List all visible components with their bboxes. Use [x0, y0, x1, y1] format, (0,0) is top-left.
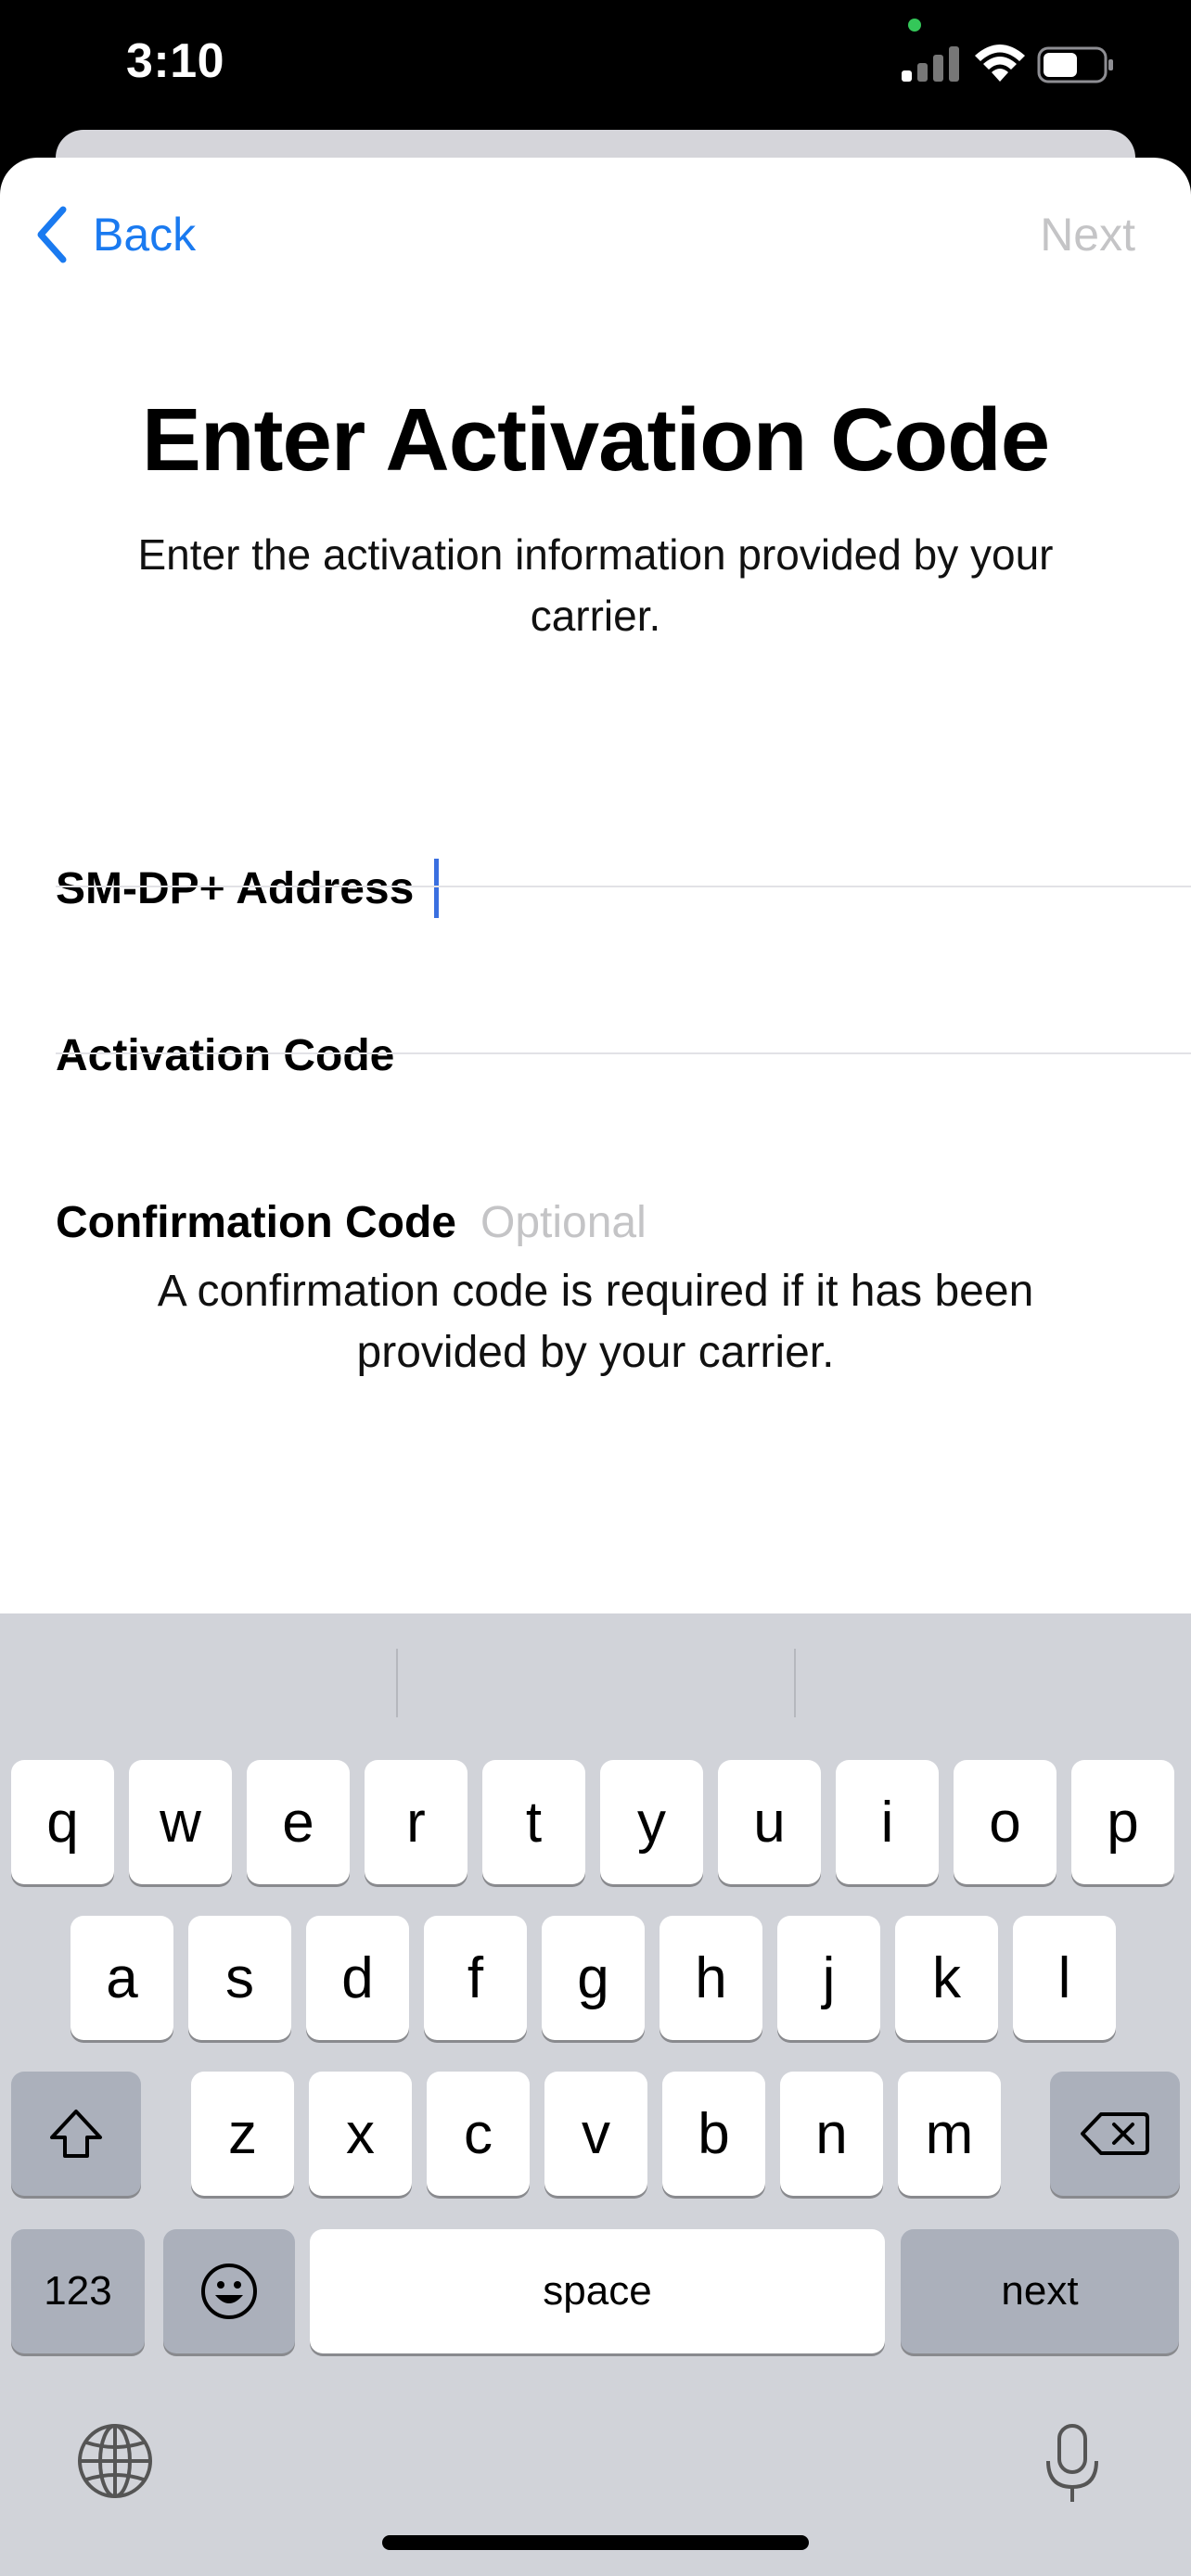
wifi-icon [975, 45, 1025, 82]
activation-code-input[interactable] [418, 1029, 1069, 1081]
key-k[interactable]: k [895, 1916, 998, 2040]
key-o[interactable]: o [954, 1760, 1057, 1884]
next-return-key[interactable]: next [901, 2229, 1179, 2353]
suggestion-divider [396, 1649, 398, 1717]
keyboard: qwertyuiop asdfghjkl zxcvbnm 123 space n… [0, 1613, 1191, 2576]
key-u[interactable]: u [718, 1760, 821, 1884]
key-l[interactable]: l [1013, 1916, 1116, 2040]
confirmation-code-input[interactable] [480, 1196, 1130, 1248]
activation-code-field[interactable]: Activation Code [56, 972, 1191, 1139]
key-r[interactable]: r [365, 1760, 467, 1884]
cellular-signal-icon [902, 46, 959, 82]
key-n[interactable]: n [780, 2072, 883, 2196]
delete-backspace-icon [1081, 2112, 1149, 2155]
key-m[interactable]: m [898, 2072, 1001, 2196]
emoji-icon [201, 2264, 257, 2319]
key-e[interactable]: e [247, 1760, 350, 1884]
sm-dp-address-field[interactable]: SM-DP+ Address [56, 805, 1191, 972]
confirmation-note: A confirmation code is required if it ha… [157, 1267, 1034, 1377]
field-divider [56, 1052, 1191, 1054]
back-button[interactable]: Back [33, 202, 196, 267]
key-p[interactable]: p [1071, 1760, 1174, 1884]
chevron-left-icon [37, 206, 67, 263]
delete-key[interactable] [1050, 2072, 1180, 2196]
key-v[interactable]: v [544, 2072, 647, 2196]
key-q[interactable]: q [11, 1760, 114, 1884]
key-z[interactable]: z [191, 2072, 294, 2196]
key-c[interactable]: c [427, 2072, 530, 2196]
key-y[interactable]: y [600, 1760, 703, 1884]
next-button[interactable]: Next [1040, 202, 1135, 267]
key-j[interactable]: j [777, 1916, 880, 2040]
key-b[interactable]: b [662, 2072, 765, 2196]
key-x[interactable]: x [309, 2072, 412, 2196]
numbers-key[interactable]: 123 [11, 2229, 145, 2353]
shift-key[interactable] [11, 2072, 141, 2196]
suggestion-divider [794, 1649, 796, 1717]
back-label: Back [93, 209, 197, 261]
page-title: Enter Activation Code [141, 390, 1050, 490]
key-w[interactable]: w [129, 1760, 232, 1884]
text-cursor [434, 859, 440, 918]
camera-indicator-dot [908, 19, 921, 32]
sm-dp-address-label: SM-DP+ Address [56, 863, 415, 913]
key-s[interactable]: s [188, 1916, 291, 2040]
sm-dp-address-input[interactable] [442, 862, 1093, 914]
shift-icon [50, 2110, 102, 2158]
next-label: Next [1040, 209, 1135, 261]
home-indicator [382, 2535, 809, 2550]
key-a[interactable]: a [70, 1916, 173, 2040]
microphone-icon[interactable] [1043, 2422, 1102, 2506]
activation-code-label: Activation Code [56, 1030, 395, 1080]
key-d[interactable]: d [306, 1916, 409, 2040]
key-t[interactable]: t [482, 1760, 585, 1884]
space-key[interactable]: space [310, 2229, 885, 2353]
key-h[interactable]: h [660, 1916, 762, 2040]
battery-icon [1037, 46, 1113, 83]
status-time: 3:10 [126, 34, 225, 88]
key-g[interactable]: g [542, 1916, 645, 2040]
confirmation-code-label: Confirmation Code [56, 1197, 456, 1247]
field-divider [56, 886, 1191, 887]
page-subtitle: Enter the activation information provide… [137, 530, 1054, 640]
emoji-key[interactable] [163, 2229, 295, 2353]
key-f[interactable]: f [424, 1916, 527, 2040]
key-i[interactable]: i [836, 1760, 939, 1884]
globe-icon[interactable] [76, 2422, 154, 2500]
